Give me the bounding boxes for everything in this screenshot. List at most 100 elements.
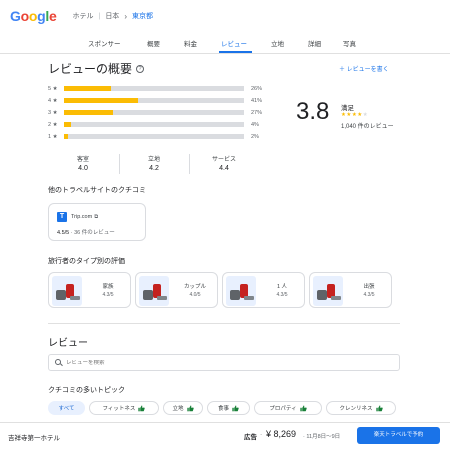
site-name: Trip.com [71, 214, 93, 220]
site-score: 4.5/5 [57, 230, 70, 236]
open-external-icon: ⧉ [94, 214, 99, 220]
traveler-type-name: 出張 [363, 284, 375, 290]
rating-bar-fill [64, 122, 72, 127]
chevron-right-icon: › [124, 11, 127, 21]
traveler-type-name: カップル [183, 284, 206, 290]
score-label: 満足 [341, 105, 354, 112]
top-bar: Google ホテル | 日本 › 東京都 [0, 0, 450, 32]
tab-details[interactable]: 詳細 [308, 38, 321, 48]
traveler-type-name: 1 人 [276, 284, 288, 290]
tab-overview[interactable]: 概要 [147, 38, 160, 48]
traveler-type-score: 4.3/5 [276, 292, 288, 298]
tab-photos[interactable]: 写真 [343, 38, 356, 48]
topic-chip[interactable]: フィットネス [89, 401, 159, 415]
review-search-box[interactable] [48, 354, 400, 371]
review-search-input[interactable] [66, 359, 366, 366]
traveler-type-family-card[interactable]: 家族 4.3/5 [48, 272, 131, 308]
rating-bar-percent: 26% [251, 85, 263, 92]
topic-chip[interactable]: クレンリネス [326, 401, 396, 415]
traveler-type-business-card[interactable]: 出張 4.3/5 [309, 272, 392, 308]
rating-bar-percent: 41% [251, 97, 263, 104]
help-icon[interactable]: ? [136, 64, 145, 73]
tab-reviews[interactable]: レビュー [221, 38, 247, 48]
breadcrumb: ホテル | 日本 › 東京都 [72, 11, 153, 21]
review-overview-title: レビューの概要 ? [48, 60, 145, 77]
rating-bar-percent: 2% [251, 133, 259, 140]
review-overview-title-text: レビューの概要 [48, 62, 133, 76]
thumbs-up-icon [375, 405, 383, 411]
rating-bar-row: 1 ★ 2% [48, 132, 259, 141]
rating-bar-fill [64, 110, 113, 115]
breadcrumb-tokyo[interactable]: 東京都 [132, 11, 153, 21]
trip-com-score-row: 4.5/5 · 36 件のレビュー [57, 228, 115, 236]
rating-bar-fill [64, 86, 111, 91]
breadcrumb-divider: | [98, 12, 101, 20]
separator: · [260, 431, 263, 438]
subrating-label: 立地 [147, 157, 160, 163]
hotel-name: 吉祥寺第一ホテル [8, 435, 60, 442]
rating-bar-label: 5 ★ [48, 85, 58, 92]
price: ¥ 8,269 [266, 429, 297, 439]
overall-score: 3.8 [296, 98, 330, 125]
tab-sponsor[interactable]: スポンサー [88, 38, 121, 48]
traveler-types-title: 旅行者のタイプ別の評価 [48, 258, 125, 265]
search-icon [55, 359, 62, 366]
rating-bar-percent: 4% [251, 121, 259, 128]
rating-bar-track [64, 86, 244, 91]
topic-chip-label: クレンリネス [339, 406, 373, 412]
tab-location[interactable]: 立地 [271, 38, 284, 48]
traveler-type-score: 4.0/5 [189, 292, 201, 298]
rating-stars-icon: ★★★★★ [341, 112, 369, 118]
rating-bar-fill [64, 134, 68, 139]
topic-chip[interactable]: 食事 [207, 401, 250, 415]
breadcrumb-japan[interactable]: 日本 [105, 11, 119, 21]
subrating-service: サービス 4.4 [189, 154, 259, 172]
thumbs-up-icon [232, 405, 239, 411]
rating-bar-track [64, 98, 244, 103]
subrating-room: 客室 4.0 [48, 154, 118, 172]
topic-chip-label: プロパティ [269, 406, 297, 412]
rating-bar-fill [64, 98, 138, 103]
write-review-button[interactable]: ＋ レビューを書く [339, 64, 389, 73]
topic-chip-label: すべて [58, 406, 75, 412]
breadcrumb-hotels[interactable]: ホテル [72, 11, 93, 21]
trip-com-card[interactable]: T Trip.com ⧉ 4.5/5 · 36 件のレビュー [48, 203, 146, 241]
topic-chip[interactable]: すべて [48, 401, 85, 415]
rating-bar-track [64, 122, 244, 127]
traveler-illustration-icon [226, 276, 256, 306]
book-button[interactable]: 楽天トラベルで予約 [357, 427, 440, 444]
stay-dates: · 11月8日～9日 [303, 434, 341, 440]
ad-label: 広告 [244, 434, 257, 441]
subrating-label: サービス [211, 157, 236, 163]
tab-prices[interactable]: 料金 [184, 38, 197, 48]
traveler-illustration-icon [139, 276, 169, 306]
topic-chip[interactable]: 立地 [163, 401, 203, 415]
subrating-value: 4.0 [78, 165, 88, 172]
traveler-illustration-icon [52, 276, 82, 306]
topic-chip[interactable]: プロパティ [254, 401, 322, 415]
active-tab-indicator [219, 51, 252, 53]
traveler-type-name: 家族 [102, 284, 114, 290]
other-sites-title: 他のトラベルサイトのクチコミ [48, 187, 146, 194]
subrating-value: 4.4 [219, 165, 229, 172]
rating-bar-label: 4 ★ [48, 97, 58, 104]
rating-bar-row: 2 ★ 4% [48, 120, 259, 129]
booking-footer: 吉祥寺第一ホテル 広告 · ¥ 8,269 · 11月8日～9日 楽天トラベルで… [0, 422, 450, 449]
review-count[interactable]: 1,040 件のレビュー [341, 121, 394, 130]
traveler-illustration-icon [313, 276, 343, 306]
site-review-count: · 36 件のレビュー [70, 230, 115, 236]
rating-bar-row: 3 ★ 27% [48, 108, 262, 117]
subrating-label: 客室 [76, 157, 89, 163]
topic-chip-label: フィットネス [102, 406, 136, 412]
rating-bar-label: 1 ★ [48, 133, 58, 140]
topic-chip-label: 立地 [172, 406, 184, 412]
google-logo[interactable]: Google [10, 8, 57, 24]
traveler-type-couple-card[interactable]: カップル 4.0/5 [135, 272, 218, 308]
subrating-value: 4.2 [149, 165, 159, 172]
thumbs-up-icon [138, 405, 146, 411]
traveler-type-score: 4.3/5 [363, 292, 375, 298]
traveler-type-score: 4.3/5 [102, 292, 114, 298]
trip-com-name-row: Trip.com ⧉ [71, 214, 98, 221]
rating-bar-row: 5 ★ 26% [48, 84, 262, 93]
traveler-type-solo-card[interactable]: 1 人 4.3/5 [222, 272, 305, 308]
